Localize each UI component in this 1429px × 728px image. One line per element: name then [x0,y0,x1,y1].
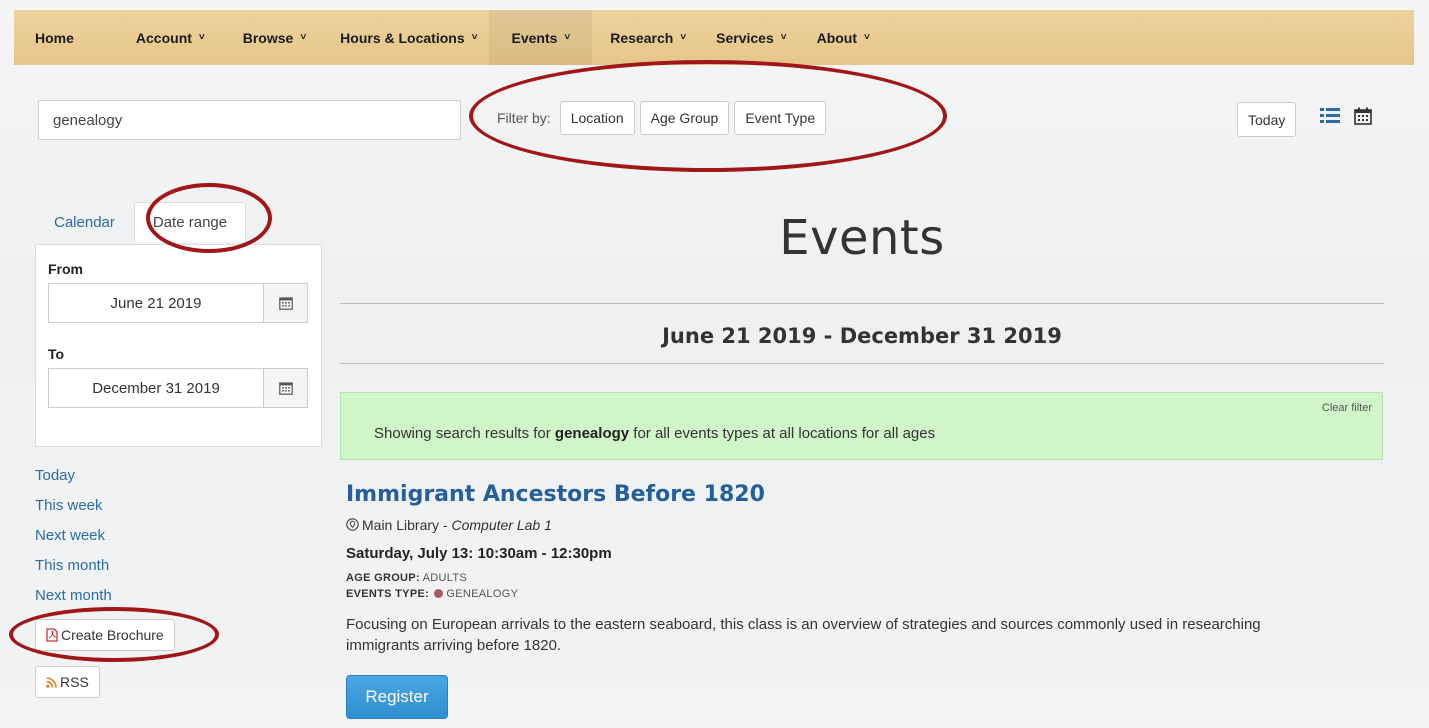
event-type-value: GENEALOGY [446,588,519,600]
alert-prefix: Showing search results for [374,425,555,442]
top-navigation: Home Account ˅ Browse ˅ Hours & Locations ˅… [14,10,1414,65]
page-title: Events [779,210,945,266]
event-description: Focusing on European arrivals to the eas… [346,616,1261,654]
tab-calendar[interactable]: Calendar [35,202,134,242]
nav-label: Research [610,29,674,46]
search-input[interactable] [38,100,461,140]
event-type: EVENTS TYPE: GENEALOGY [346,588,518,600]
nav-label: About [816,29,858,46]
to-date-input[interactable] [49,369,263,407]
chevron-down-icon: ˅ [780,32,787,43]
nav-services[interactable]: Services ˅ [698,10,798,65]
date-range-heading: June 21 2019 - December 31 2019 [662,324,1062,348]
chevron-down-icon: ˅ [198,32,205,43]
age-group-label: AGE GROUP: [346,572,420,584]
divider [340,303,1384,304]
link-today[interactable]: Today [35,465,112,495]
nav-research[interactable]: Research ˅ [592,10,698,65]
calendar-icon[interactable] [263,369,307,407]
create-brochure-button[interactable]: Create Brochure [35,619,175,651]
quick-date-links: Today This week Next week This month Nex… [35,465,112,615]
from-label: From [48,261,83,277]
chevron-down-icon: ˅ [680,32,687,43]
nav-browse[interactable]: Browse ˅ [217,10,318,65]
filter-event-type-button[interactable]: Event Type [734,101,827,135]
to-date-field [48,368,308,408]
filter-label: Filter by: [497,110,551,126]
to-label: To [48,346,65,362]
nav-events[interactable]: Events ˅ [489,10,593,65]
chevron-down-icon: ˅ [864,32,870,43]
nav-label: Services [716,29,774,46]
map-marker-icon [346,518,359,531]
tab-date-range[interactable]: Date range [133,202,247,242]
alert-message: Showing search results for genealogy for… [374,425,935,442]
rss-label: RSS [60,674,89,690]
link-next-week[interactable]: Next week [35,525,112,555]
divider [340,363,1384,364]
today-button[interactable]: Today [1237,102,1297,137]
nav-label: Events [511,29,558,46]
event-age-group: AGE GROUP: ADULTS [346,572,467,584]
nav-home[interactable]: Home [14,10,86,65]
date-range-panel: From To [35,244,322,447]
chevron-down-icon: ˅ [471,32,478,43]
from-date-field [48,283,308,323]
filter-bar: Filter by: Location Age Group Event Type [497,101,827,135]
nav-about[interactable]: About ˅ [799,10,882,65]
rss-button[interactable]: RSS [35,666,100,698]
filter-age-group-button[interactable]: Age Group [639,101,730,135]
age-group-value: ADULTS [422,572,468,584]
link-this-month[interactable]: This month [35,555,112,585]
location-room: Computer Lab 1 [451,517,552,533]
nav-label: Browse [242,29,294,46]
search-term: genealogy [554,425,630,442]
nav-label: Hours & Locations [340,29,465,46]
chevron-down-icon: ˅ [300,32,307,43]
search-results-alert: Clear filter Showing search results for … [340,392,1383,460]
from-date-input[interactable] [49,284,263,322]
event-title-link[interactable]: Immigrant Ancestors Before 1820 [346,482,765,507]
location-name: Main Library [362,517,440,533]
calendar-icon[interactable] [263,284,307,322]
nav-hours-locations[interactable]: Hours & Locations ˅ [318,10,489,65]
link-this-week[interactable]: This week [35,495,112,525]
nav-account[interactable]: Account ˅ [86,10,217,65]
nav-label: Home [35,29,74,46]
date-mode-tabs: Calendar Date range [35,202,247,242]
link-next-month[interactable]: Next month [35,585,112,615]
event-location: Main Library - Computer Lab 1 [346,517,552,533]
view-toggle [1320,107,1372,130]
pdf-icon [46,628,58,642]
calendar-icon[interactable] [1354,107,1372,130]
event-type-dot [434,589,444,598]
filter-location-button[interactable]: Location [559,101,635,135]
event-datetime: Saturday, July 13: 10:30am - 12:30pm [346,545,612,562]
list-icon[interactable] [1320,107,1340,130]
nav-label: Account [135,29,192,46]
rss-icon [46,676,57,688]
register-button[interactable]: Register [346,675,448,719]
alert-suffix: for all events types at all locations fo… [629,425,936,442]
event-type-label: EVENTS TYPE: [346,588,430,600]
chevron-down-icon: ˅ [564,32,571,43]
clear-filter-link[interactable]: Clear filter [1322,402,1372,414]
brochure-label: Create Brochure [61,627,164,643]
